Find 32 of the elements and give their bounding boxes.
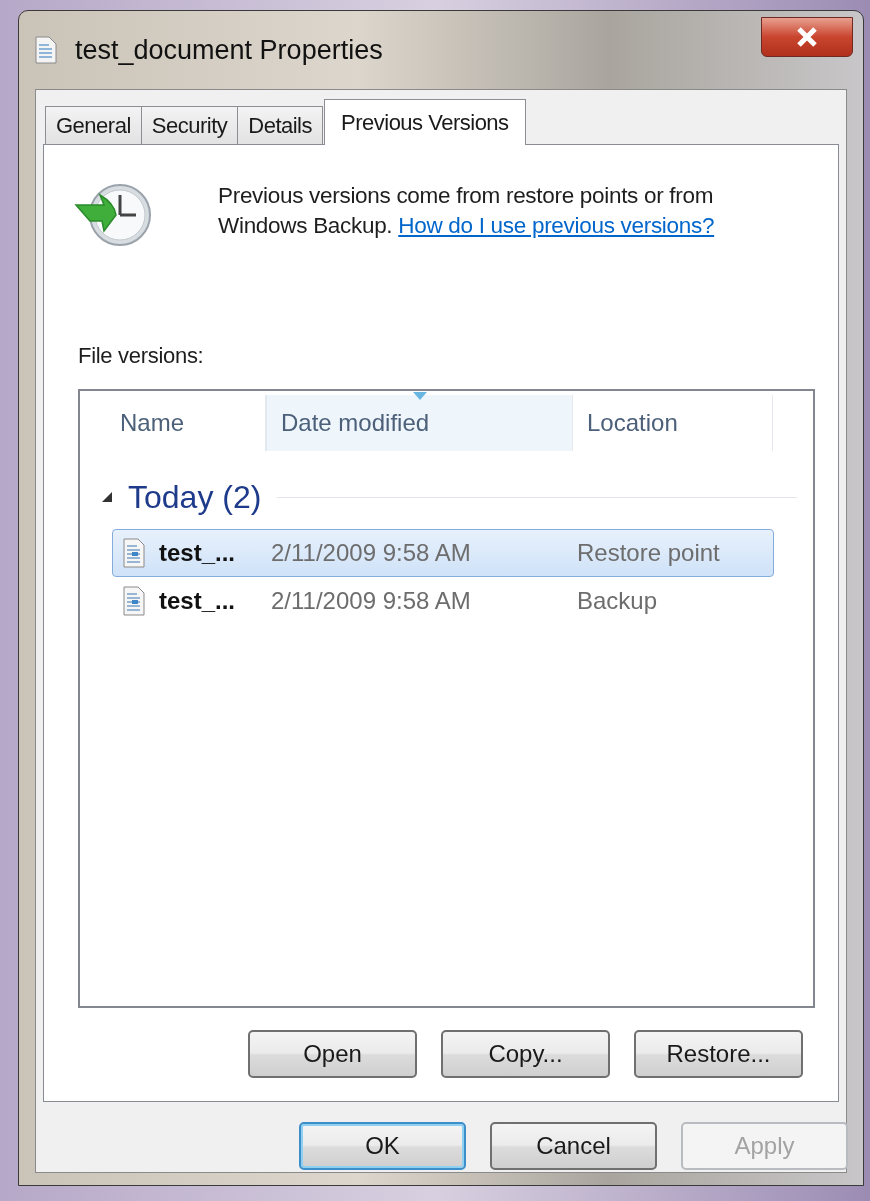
document-icon: [35, 36, 57, 64]
action-button[interactable]: Open: [248, 1030, 417, 1078]
file-version-row[interactable]: test_... 2/11/2009 9:58 AM Restore point: [112, 529, 774, 577]
location: Backup: [577, 587, 659, 615]
group-header[interactable]: Today (2): [128, 478, 262, 516]
tab[interactable]: Details: [237, 106, 323, 144]
document-icon: [123, 586, 145, 616]
file-name: test_...: [158, 587, 237, 615]
document-icon: [123, 538, 145, 568]
file-version-row[interactable]: test_... 2/11/2009 9:58 AM Backup: [112, 577, 774, 625]
column-header[interactable]: Date modified: [266, 395, 573, 451]
help-link[interactable]: How do I use previous versions?: [398, 213, 715, 238]
action-button[interactable]: Copy...: [441, 1030, 610, 1078]
window-title: test_document Properties: [75, 34, 383, 66]
expand-triangle-icon[interactable]: [102, 492, 112, 502]
file-name: test_...: [158, 539, 237, 567]
column-header[interactable]: Location: [573, 395, 773, 451]
close-icon: [796, 27, 818, 47]
tab[interactable]: General: [45, 106, 142, 144]
dialog-button[interactable]: OK: [299, 1122, 466, 1170]
action-button[interactable]: Restore...: [634, 1030, 803, 1078]
sort-arrow-icon: [412, 392, 427, 400]
tab[interactable]: Security: [140, 106, 239, 144]
tab[interactable]: Previous Versions: [324, 99, 526, 145]
clock-restore-icon: [74, 181, 154, 249]
close-button[interactable]: [761, 17, 853, 57]
date-modified: 2/11/2009 9:58 AM: [271, 587, 472, 615]
dialog-button[interactable]: Cancel: [490, 1122, 657, 1170]
file-versions-label: File versions:: [78, 343, 204, 369]
description-text: Previous versions come from restore points or from Windows Backup. How do I use previous versions?: [218, 182, 716, 240]
location: Restore point: [577, 539, 721, 567]
date-modified: 2/11/2009 9:58 AM: [271, 539, 472, 567]
